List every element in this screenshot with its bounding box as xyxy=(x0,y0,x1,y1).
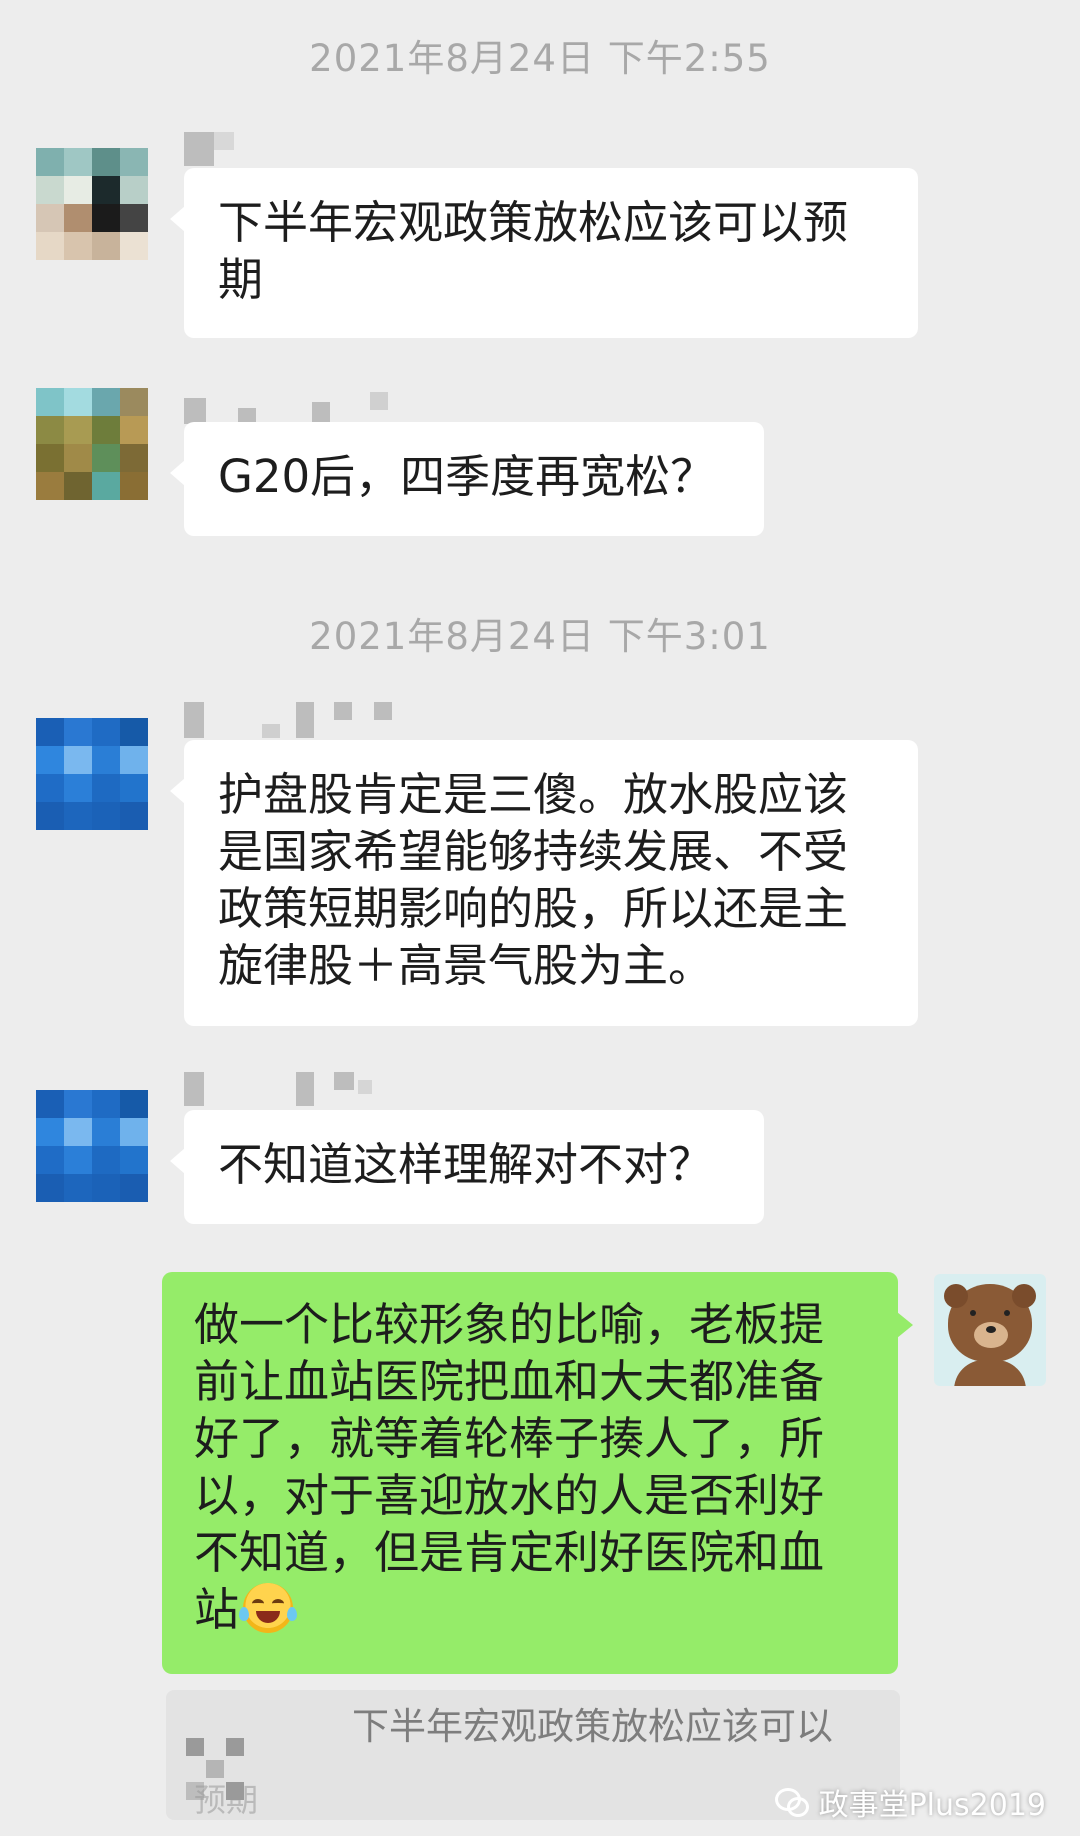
watermark-text: 政事堂Plus2019 xyxy=(818,1788,1046,1823)
avatar[interactable] xyxy=(36,388,148,500)
quoted-text: 下半年宏观政策放松应该可以 xyxy=(352,1705,833,1748)
sender-name-blurred xyxy=(184,132,404,172)
laughing-crying-emoji-icon xyxy=(239,1583,298,1633)
quoted-text-tail: 预期 xyxy=(194,1781,259,1819)
timestamp: 2021年8月24日 下午3:01 xyxy=(309,615,771,658)
sender-name-blurred xyxy=(184,702,404,742)
watermark: 政事堂Plus2019 xyxy=(774,1780,1046,1824)
message-bubble[interactable]: 下半年宏观政策放松应该可以预期 xyxy=(170,168,918,338)
message-bubble[interactable]: 不知道这样理解对不对？ xyxy=(170,1110,764,1224)
avatar[interactable] xyxy=(36,718,148,830)
timestamp: 2021年8月24日 下午2:55 xyxy=(309,37,771,80)
message-bubble[interactable]: 护盘股肯定是三傻。放水股应该是国家希望能够持续发展、不受政策短期影响的股，所以还… xyxy=(170,740,918,1026)
avatar[interactable] xyxy=(36,148,148,260)
message-bubble-outgoing[interactable]: 做一个比较形象的比喻，老板提前让血站医院把血和大夫都准备好了，就等着轮棒子揍人了… xyxy=(162,1272,913,1674)
avatar[interactable] xyxy=(36,1090,148,1202)
avatar-self[interactable] xyxy=(934,1274,1046,1386)
message-bubble[interactable]: G20后，四季度再宽松？ xyxy=(170,422,764,536)
sender-name-blurred xyxy=(184,1072,404,1112)
wechat-logo-icon xyxy=(774,1788,809,1817)
message-text: 做一个比较形象的比喻，老板提前让血站医院把血和大夫都准备好了，就等着轮棒子揍人了… xyxy=(194,1298,825,1636)
